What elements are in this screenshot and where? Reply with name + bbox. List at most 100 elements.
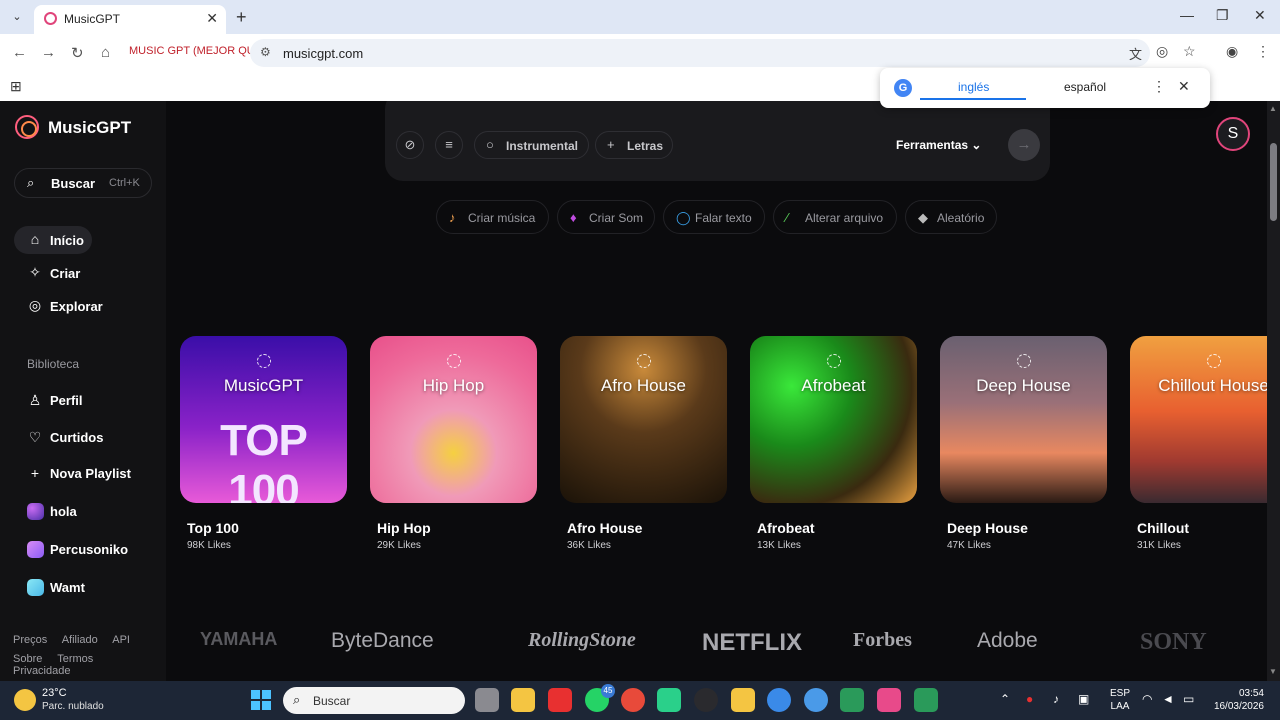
app-gemini-icon[interactable]	[840, 688, 864, 712]
tray-app-icon[interactable]: ●	[1026, 692, 1033, 706]
url-text[interactable]: musicgpt.com	[283, 46, 363, 61]
app-red-icon[interactable]	[548, 688, 572, 712]
maximize-icon[interactable]: ❐	[1216, 7, 1229, 24]
scroll-thumb[interactable]	[1270, 143, 1277, 221]
taskbar-search[interactable]: ⌕ Buscar	[283, 687, 465, 714]
browser-tab[interactable]: MusicGPT ✕	[34, 5, 226, 34]
search-icon: ⌕	[27, 175, 35, 190]
volume-icon[interactable]: ◄	[1162, 692, 1174, 706]
chip-falar-texto[interactable]: ◯ Falar texto	[663, 200, 765, 234]
user-avatar[interactable]: S	[1216, 117, 1250, 151]
footer-link-termos[interactable]: Termos	[57, 653, 93, 665]
clock[interactable]: 03:54 16/03/2026	[1212, 687, 1264, 713]
card-name: Hip Hop	[377, 520, 431, 536]
footer-link-privacidade[interactable]: Privacidade	[13, 665, 70, 677]
close-window-icon[interactable]: ✕	[1254, 7, 1266, 24]
attach-button[interactable]: ⊘	[396, 131, 424, 159]
home-browser-icon[interactable]: ⌂	[101, 44, 110, 61]
translate-source-lang[interactable]: inglés	[958, 80, 989, 94]
warning-app-icon[interactable]	[731, 688, 755, 712]
site-info-icon[interactable]: ⚙	[260, 45, 271, 59]
footer-link-afiliado[interactable]: Afiliado	[62, 634, 98, 646]
heart-icon: ♡	[28, 429, 42, 445]
translate-icon[interactable]: 文	[1129, 44, 1142, 63]
weather-temp[interactable]: 23°C	[42, 687, 67, 699]
card-art-title: Deep House	[976, 376, 1071, 395]
lyrics-button[interactable]: + Letras	[595, 131, 673, 159]
tray-chevron-icon[interactable]: ⌃	[1000, 692, 1010, 706]
footer-link-sobre[interactable]: Sobre	[13, 653, 42, 665]
sidebar-item-label: Explorar	[50, 299, 103, 314]
reload-icon[interactable]: ↻	[71, 44, 84, 62]
profile-icon[interactable]: ◉	[1226, 43, 1238, 60]
chip-criar-som[interactable]: ♦ Criar Som	[557, 200, 655, 234]
translate-more-icon[interactable]: ⋮	[1152, 78, 1166, 95]
weather-icon[interactable]	[14, 689, 36, 711]
task-view-icon[interactable]	[475, 688, 499, 712]
sidebar-item-criar[interactable]: ✧ Criar	[14, 259, 92, 287]
footer-link-precos[interactable]: Preços	[13, 634, 47, 646]
playlist-item-wamt[interactable]: Wamt	[14, 573, 154, 601]
chip-alterar-arquivo[interactable]: ⁄ Alterar arquivo	[773, 200, 897, 234]
sidebar-item-label: Nova Playlist	[50, 466, 131, 481]
new-tab-icon[interactable]: +	[236, 7, 247, 28]
menu-dots-icon[interactable]: ⋮	[1256, 43, 1270, 60]
translate-close-icon[interactable]: ✕	[1178, 78, 1190, 95]
whatsapp-icon[interactable]: 45	[585, 684, 615, 712]
minimize-icon[interactable]: —	[1180, 7, 1194, 23]
bookmark-star-icon[interactable]: ☆	[1183, 43, 1196, 60]
eye-off-icon[interactable]: ◎	[1156, 43, 1168, 60]
app-music-icon[interactable]	[914, 688, 938, 712]
send-button[interactable]: →	[1008, 129, 1040, 161]
card-art-title: Hip Hop	[422, 376, 485, 395]
chip-criar-musica[interactable]: ♪ Criar música	[436, 200, 549, 234]
weather-desc[interactable]: Parc. nublado	[42, 701, 104, 712]
brand-logo-forbes: Forbes	[853, 629, 912, 651]
instrumental-toggle[interactable]: ○ Instrumental	[474, 131, 589, 159]
start-button[interactable]	[251, 690, 271, 710]
apps-grid-icon[interactable]: ⊞	[10, 78, 22, 95]
playlist-card-chillout[interactable]: Chillout House Chillout 31K Likes	[1130, 336, 1267, 566]
logo-text[interactable]: MusicGPT	[48, 118, 131, 138]
language-indicator[interactable]: ESP LAA	[1110, 687, 1130, 713]
sidebar-item-curtidos[interactable]: ♡ Curtidos	[14, 423, 154, 451]
settings-button[interactable]: ≡	[435, 131, 463, 159]
address-bar[interactable]: ⚙ musicgpt.com 文	[250, 39, 1150, 67]
close-tab-icon[interactable]: ✕	[206, 10, 218, 27]
translate-popup: G inglés español ⋮ ✕	[880, 68, 1210, 108]
playlist-item-percusoniko[interactable]: Percusoniko	[14, 535, 154, 563]
chrome-profile-icon[interactable]	[767, 688, 791, 712]
translate-target-lang[interactable]: español	[1064, 80, 1106, 94]
chrome-icon[interactable]	[621, 688, 645, 712]
forward-icon[interactable]: →	[41, 44, 56, 61]
wifi-icon[interactable]: ◠	[1142, 692, 1152, 706]
bookmark-chip[interactable]: MUSIC GPT (MEJOR QUE	[129, 45, 262, 57]
page-scrollbar[interactable]: ▲ ▼	[1267, 101, 1280, 681]
tab-search-chevron-icon[interactable]: ⌄	[8, 8, 26, 26]
playlist-item-hola[interactable]: hola	[14, 497, 154, 525]
battery-icon[interactable]: ▭	[1183, 692, 1194, 706]
sidebar-item-label: Perfil	[50, 393, 83, 408]
sidebar-search[interactable]: ⌕ Buscar Ctrl+K	[14, 168, 152, 198]
app-green-icon[interactable]	[657, 688, 681, 712]
sidebar-item-explorar[interactable]: ◎ Explorar	[14, 292, 103, 320]
musicgpt-logo-icon[interactable]	[15, 115, 39, 139]
scroll-down-icon[interactable]: ▼	[1269, 667, 1277, 676]
brand-logo-sony: SONY	[1140, 629, 1207, 655]
sidebar-item-perfil[interactable]: ♙ Perfil	[14, 386, 154, 414]
chrome-profile2-icon[interactable]	[804, 688, 828, 712]
app-dark-icon[interactable]	[694, 688, 718, 712]
sidebar-item-nova-playlist[interactable]: + Nova Playlist	[14, 459, 154, 487]
tools-dropdown[interactable]: Ferramentas ⌄	[896, 138, 981, 152]
app-chat-icon[interactable]	[877, 688, 901, 712]
chip-label: Criar Som	[589, 211, 644, 225]
microphone-icon[interactable]: ♪	[1053, 692, 1059, 706]
footer-link-api[interactable]: API	[112, 634, 130, 646]
file-explorer-icon[interactable]	[511, 688, 535, 712]
back-icon[interactable]: ←	[12, 44, 27, 61]
tray-device-icon[interactable]: ▣	[1078, 692, 1089, 706]
prompt-box[interactable]: ⊘ ≡ ○ Instrumental + Letras Ferramentas …	[385, 101, 1050, 181]
scroll-up-icon[interactable]: ▲	[1269, 104, 1277, 113]
sidebar-item-inicio[interactable]: ⌂ Início	[14, 226, 92, 254]
chip-aleatorio[interactable]: ◆ Aleatório	[905, 200, 997, 234]
